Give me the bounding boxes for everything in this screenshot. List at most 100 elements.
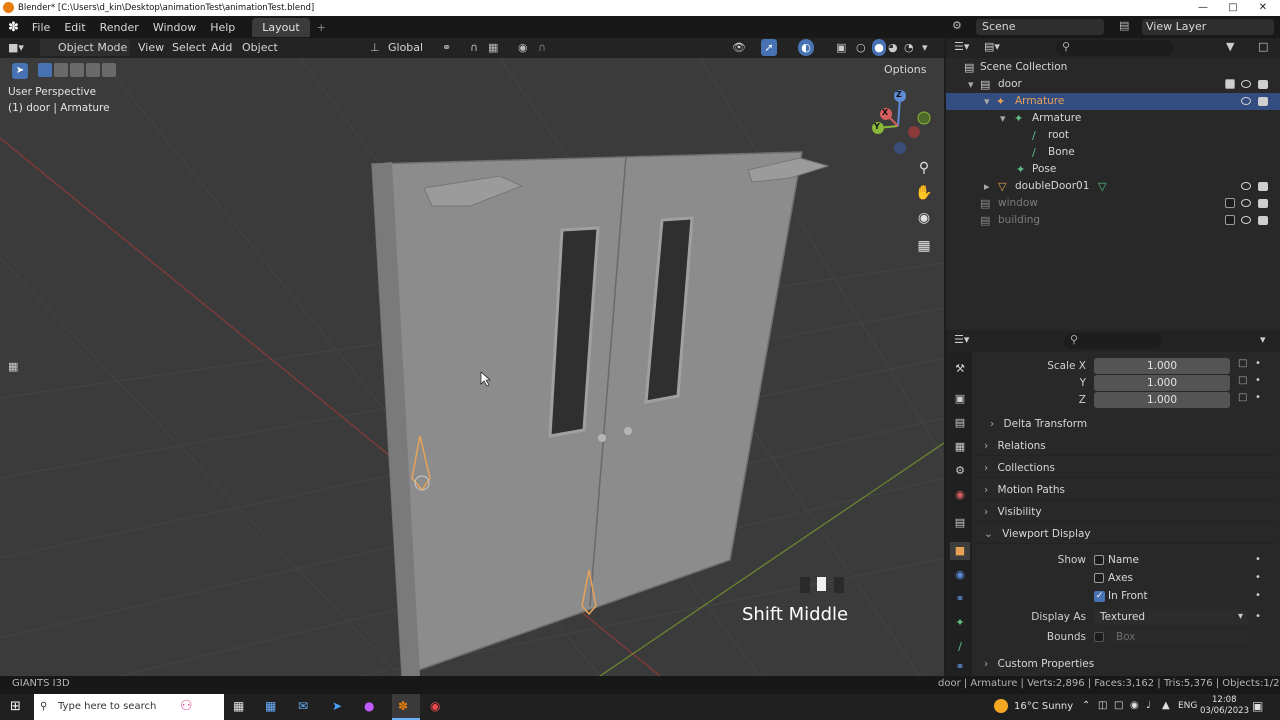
delta-transform-subpanel[interactable]: › Delta Transform xyxy=(990,414,1276,434)
expand-arrow-icon[interactable]: ▾ xyxy=(968,76,974,93)
vscode-icon[interactable]: ➤ xyxy=(332,699,342,713)
select-invert-icon[interactable] xyxy=(86,63,100,77)
constraints-tab-icon[interactable]: ⚭ xyxy=(950,590,970,608)
camera-view-icon[interactable]: ◉ xyxy=(914,210,934,230)
collapse-arrow-icon[interactable]: ▸ xyxy=(984,178,990,195)
render-tab-icon[interactable]: ▣ xyxy=(950,390,970,408)
clock-time[interactable]: 12:08 xyxy=(1212,695,1237,705)
shading-dropdown-icon[interactable]: ▾ xyxy=(922,39,934,56)
exclude-checkbox[interactable] xyxy=(1225,79,1235,89)
tray-volume-icon[interactable]: ♩ xyxy=(1146,700,1151,711)
keyframe-dot-icon[interactable]: • xyxy=(1255,588,1261,604)
eye-icon[interactable] xyxy=(1241,182,1251,190)
menu-render[interactable]: Render xyxy=(93,21,146,34)
store-icon[interactable]: ▦ xyxy=(265,699,276,713)
tray-wifi-icon[interactable]: ◉ xyxy=(1130,700,1139,711)
exclude-checkbox[interactable] xyxy=(1225,215,1235,225)
blender-menu-icon[interactable]: ✽ xyxy=(0,20,25,35)
notifications-icon[interactable]: ▣ xyxy=(1252,699,1263,713)
bone-constraints-tab-icon[interactable]: ⚭ xyxy=(950,658,970,676)
snap-magnet-icon[interactable]: ∩ xyxy=(470,39,486,56)
keyframe-dot-icon[interactable]: • xyxy=(1255,375,1261,386)
outliner-row-window[interactable]: ▤ window xyxy=(946,195,1280,212)
menu-help[interactable]: Help xyxy=(203,21,242,34)
task-view-icon[interactable]: ▦ xyxy=(233,699,244,713)
render-camera-icon[interactable] xyxy=(1258,216,1268,225)
in-front-checkbox[interactable]: ✓ xyxy=(1094,591,1105,602)
outliner-row-doubledoor01[interactable]: ▸ ▽ doubleDoor01 ▽ xyxy=(946,178,1280,195)
lock-icon[interactable]: □ xyxy=(1238,375,1247,386)
menu-select[interactable]: Select xyxy=(172,39,206,56)
lock-icon[interactable]: □ xyxy=(1238,358,1247,369)
view-layer-icon[interactable]: ▤ xyxy=(1119,19,1141,35)
minimize-icon[interactable]: — xyxy=(1188,0,1218,16)
menu-edit[interactable]: Edit xyxy=(57,21,92,34)
transform-orientation-dropdown[interactable]: Global xyxy=(388,39,436,56)
view-layer-selector[interactable]: View Layer xyxy=(1142,19,1274,35)
taskbar-search-input[interactable]: ⚲ Type here to search xyxy=(34,694,224,720)
maximize-icon[interactable]: □ xyxy=(1218,0,1248,16)
armature-data-tab-icon[interactable]: ✦ xyxy=(950,614,970,632)
properties-options-icon[interactable]: ▾ xyxy=(1260,333,1266,346)
tray-network-icon[interactable]: ◫ xyxy=(1098,700,1107,711)
outliner-row-building[interactable]: ▤ building xyxy=(946,212,1280,229)
wireframe-shading-icon[interactable]: ○ xyxy=(856,39,870,56)
name-checkbox[interactable] xyxy=(1094,555,1104,565)
object-mode-dropdown[interactable]: Object Mode xyxy=(40,39,130,56)
viewport-display-panel[interactable]: ⌄ Viewport Display xyxy=(976,524,1276,544)
workspace-tab-layout[interactable]: Layout xyxy=(252,17,310,37)
weather-text[interactable]: 16°C Sunny xyxy=(1014,701,1073,712)
exclude-checkbox[interactable] xyxy=(1225,198,1235,208)
display-as-dropdown[interactable]: Textured xyxy=(1094,609,1248,625)
custom-properties-panel[interactable]: › Custom Properties xyxy=(976,654,1276,674)
view-layer-tab-icon[interactable]: ▦ xyxy=(950,438,970,456)
relations-panel[interactable]: › Relations xyxy=(976,436,1276,456)
keyframe-dot-icon[interactable]: • xyxy=(1255,609,1261,625)
proportional-edit-icon[interactable]: ◉ xyxy=(518,39,532,56)
menu-window[interactable]: Window xyxy=(146,21,203,34)
outliner-row-bone[interactable]: ∕ Bone xyxy=(946,144,1280,161)
pivot-icon[interactable]: ⚭ xyxy=(442,39,462,56)
object-tab-icon[interactable]: ■ xyxy=(950,542,970,560)
select-tool-icon[interactable]: ➤ xyxy=(12,63,28,79)
select-new-icon[interactable] xyxy=(38,63,52,77)
scale-z-field[interactable]: 1.000 xyxy=(1094,392,1230,408)
outliner-row-door[interactable]: ▾ ▤ door xyxy=(946,76,1280,93)
windows-start-icon[interactable]: ⊞ xyxy=(10,699,21,714)
scale-x-field[interactable]: 1.000 xyxy=(1094,358,1230,374)
world-tab-icon[interactable]: ◉ xyxy=(950,486,970,504)
motion-paths-panel[interactable]: › Motion Paths xyxy=(976,480,1276,500)
lock-icon[interactable]: □ xyxy=(1238,392,1247,403)
mail-icon[interactable]: ✉ xyxy=(298,699,308,713)
keyframe-dot-icon[interactable]: • xyxy=(1255,552,1261,568)
select-intersect-icon[interactable] xyxy=(102,63,116,77)
output-tab-icon[interactable]: ▤ xyxy=(950,414,970,432)
keyframe-dot-icon[interactable]: • xyxy=(1255,570,1261,586)
add-workspace-button[interactable]: + xyxy=(310,21,333,34)
scale-y-field[interactable]: 1.000 xyxy=(1094,375,1230,391)
physics-tab-icon[interactable]: ◉ xyxy=(950,566,970,584)
render-camera-icon[interactable] xyxy=(1258,199,1268,208)
toolbar-toggle-icon[interactable]: ▦ xyxy=(8,360,22,374)
outliner-search-input[interactable]: ⚲ xyxy=(1056,40,1174,56)
falloff-icon[interactable]: ∩ xyxy=(538,39,556,56)
bounds-checkbox[interactable] xyxy=(1094,632,1104,642)
language-indicator[interactable]: ENG xyxy=(1178,701,1197,711)
outliner-row-scene-collection[interactable]: ▤ Scene Collection xyxy=(946,59,1280,76)
eye-icon[interactable] xyxy=(1241,97,1251,105)
bounds-type-dropdown[interactable]: Box xyxy=(1110,629,1248,645)
properties-editor-icon[interactable]: ☰▾ xyxy=(954,333,969,346)
expand-arrow-icon[interactable]: ▾ xyxy=(984,93,990,110)
select-subtract-icon[interactable] xyxy=(70,63,84,77)
scene-selector[interactable]: Scene xyxy=(976,19,1104,35)
outliner-row-pose[interactable]: ✦ Pose xyxy=(946,161,1280,178)
material-shading-icon[interactable]: ◕ xyxy=(888,39,902,56)
clock-date[interactable]: 03/06/2023 xyxy=(1200,706,1249,716)
outliner-row-armature-data[interactable]: ▾ ✦ Armature xyxy=(946,110,1280,127)
collection-tab-icon[interactable]: ▤ xyxy=(950,514,970,532)
expand-arrow-icon[interactable]: ▾ xyxy=(1000,110,1006,127)
keyframe-dot-icon[interactable]: • xyxy=(1255,358,1261,369)
filter-icon[interactable]: ▼ xyxy=(1226,40,1234,53)
visibility-panel[interactable]: › Visibility xyxy=(976,502,1276,522)
visibility-icon[interactable]: 👁 xyxy=(732,39,752,56)
